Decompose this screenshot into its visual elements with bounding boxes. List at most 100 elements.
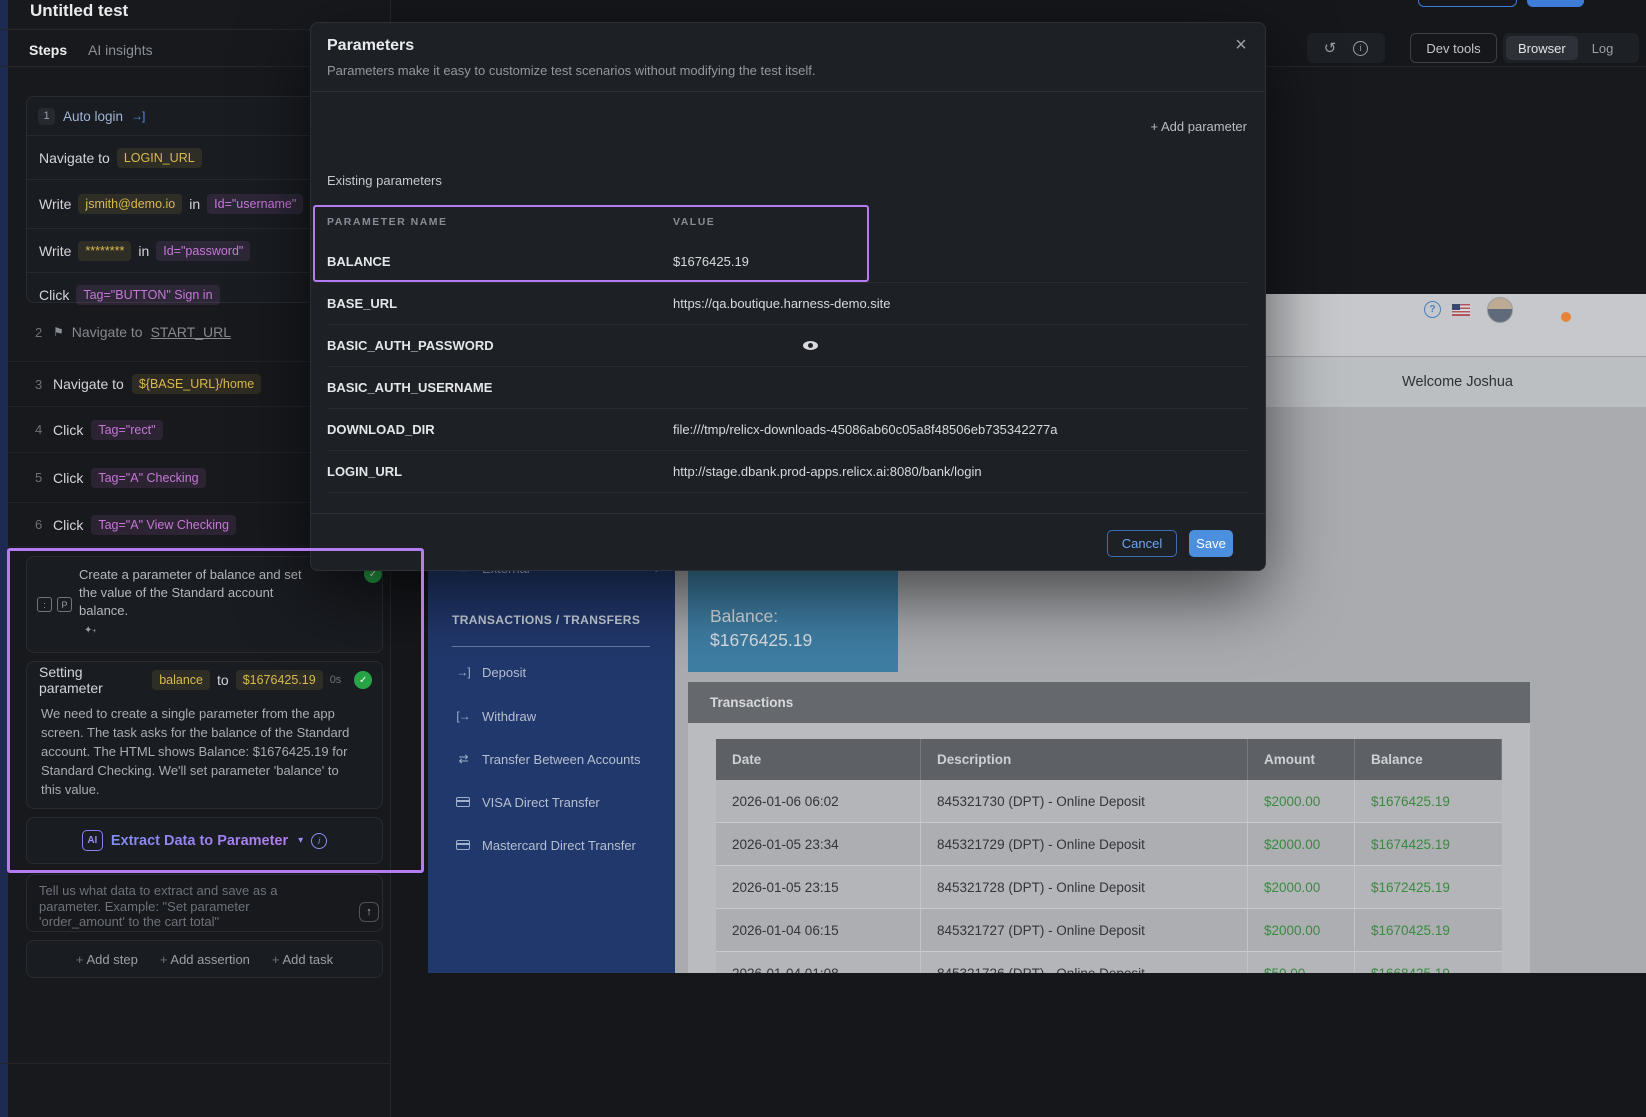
secondary-action-button-partial[interactable] <box>1418 0 1517 7</box>
plus-icon: + <box>272 952 280 967</box>
parameter-row[interactable]: BALANCE$1676425.19 <box>327 241 1249 283</box>
flag-icon: ⚑ <box>53 325 64 339</box>
sidebar-item-transfer-between-accounts[interactable]: ⇄Transfer Between Accounts <box>428 747 675 771</box>
table-cell: $2000.00 <box>1248 780 1355 823</box>
primary-action-button-partial[interactable] <box>1527 0 1584 7</box>
table-cell: 2026-01-04 01:08 <box>716 952 921 973</box>
info-icon[interactable]: i <box>1353 41 1368 56</box>
dev-tools-button[interactable]: Dev tools <box>1410 33 1497 63</box>
divider <box>452 646 650 647</box>
withdraw-icon: [→ <box>454 709 472 723</box>
transactions-table: DateDescriptionAmountBalance2026-01-06 0… <box>716 739 1502 973</box>
balance-card: Balance: $1676425.19 <box>688 570 898 672</box>
table-cell: $50.00 <box>1248 952 1355 973</box>
parameter-row[interactable]: BASE_URLhttps://qa.boutique.harness-demo… <box>327 283 1249 325</box>
add-step-button[interactable]: +Add step <box>76 952 138 967</box>
login-icon: →] <box>131 109 144 123</box>
table-row: 2026-01-05 23:15845321728 (DPT) - Online… <box>716 866 1502 909</box>
tab-ai-insights[interactable]: AI insights <box>88 36 153 64</box>
eye-icon[interactable] <box>803 341 818 350</box>
sidebar-item-withdraw[interactable]: [→Withdraw <box>428 704 675 728</box>
extract-prompt-input[interactable]: Tell us what data to extract and save as… <box>26 874 383 932</box>
refresh-icon[interactable]: ↺ <box>1324 41 1337 56</box>
avatar[interactable] <box>1487 297 1513 323</box>
transfer-icon: ⇄ <box>454 752 472 766</box>
column-parameter-name: PARAMETER NAME <box>327 216 673 228</box>
add-parameter-button[interactable]: + Add parameter <box>1151 119 1247 134</box>
help-icon[interactable]: ? <box>1424 301 1441 318</box>
modal-subtitle: Parameters make it easy to customize tes… <box>327 63 815 78</box>
table-cell: $2000.00 <box>1248 909 1355 952</box>
table-cell: 845321729 (DPT) - Online Deposit <box>921 823 1248 866</box>
selector-chip: Id="username" <box>207 194 303 214</box>
sidebar-item-mastercard-direct-transfer[interactable]: Mastercard Direct Transfer <box>428 833 675 857</box>
table-cell: 845321728 (DPT) - Online Deposit <box>921 866 1248 909</box>
value-chip: balance <box>152 670 210 690</box>
step-number: 2 <box>35 325 45 340</box>
parameter-row[interactable]: LOGIN_URLhttp://stage.dbank.prod-apps.re… <box>327 451 1249 493</box>
task-icon: : <box>37 597 52 612</box>
deposit-icon: →] <box>454 665 472 679</box>
us-flag-icon[interactable] <box>1452 304 1470 316</box>
add-assertion-button[interactable]: +Add assertion <box>160 952 250 967</box>
setting-parameter-card[interactable]: Setting parameterbalanceto$1676425.19 0s… <box>26 661 383 809</box>
step-number: 4 <box>35 422 45 437</box>
step-number: 3 <box>35 377 45 392</box>
tab-log[interactable]: Log <box>1580 36 1626 60</box>
chevron-down-icon[interactable]: ▾ <box>298 835 303 846</box>
parameter-name: BASE_URL <box>327 296 673 311</box>
value-chip: LOGIN_URL <box>117 148 202 168</box>
parameter-value: $1676425.19 <box>673 254 749 269</box>
transactions-title: Transactions <box>688 695 793 710</box>
add-task-button[interactable]: +Add task <box>272 952 333 967</box>
cancel-button[interactable]: Cancel <box>1107 530 1177 557</box>
session-tools: ↺ i <box>1307 33 1385 63</box>
table-cell: $2000.00 <box>1248 823 1355 866</box>
recording-indicator-dot <box>1561 312 1571 322</box>
card-icon <box>456 797 470 807</box>
column-header: Date <box>716 739 921 780</box>
divider <box>0 1063 390 1064</box>
sidebar-item-visa-direct-transfer[interactable]: VISA Direct Transfer <box>428 790 675 814</box>
parameter-row[interactable]: DOWNLOAD_DIRfile:///tmp/relicx-downloads… <box>327 409 1249 451</box>
save-button[interactable]: Save <box>1189 530 1233 557</box>
table-cell: 845321726 (DPT) - Online Deposit <box>921 952 1248 973</box>
parameter-value: file:///tmp/relicx-downloads-45086ab60c0… <box>673 422 1058 437</box>
column-header: Amount <box>1248 739 1355 780</box>
start-url-link[interactable]: START_URL <box>151 324 231 340</box>
info-icon[interactable]: i <box>311 833 327 849</box>
setting-parameter-row: Setting parameterbalanceto$1676425.19 0s… <box>27 662 382 698</box>
submit-prompt-button[interactable]: ↑ <box>359 902 379 922</box>
value-chip: ******** <box>78 241 131 261</box>
ai-task-text: Create a parameter of balance and set th… <box>79 566 321 620</box>
parameters-table-header: PARAMETER NAME VALUE <box>327 203 1249 241</box>
table-cell: 2026-01-04 06:15 <box>716 909 921 952</box>
value-chip: $1676425.19 <box>236 670 323 690</box>
plus-icon: + <box>160 952 168 967</box>
tab-steps[interactable]: Steps <box>29 36 67 64</box>
table-row: 2026-01-04 01:08845321726 (DPT) - Online… <box>716 952 1502 973</box>
parameter-row[interactable]: BASIC_AUTH_PASSWORD <box>327 325 1249 367</box>
selector-chip: Tag="rect" <box>91 420 162 440</box>
parameter-row[interactable]: BASIC_AUTH_USERNAME <box>327 367 1249 409</box>
modal-title: Parameters <box>327 37 414 55</box>
step-text: Navigate to <box>53 376 124 392</box>
sidebar-item-deposit[interactable]: →] Deposit <box>428 660 675 684</box>
balance-label: Balance: <box>710 606 778 627</box>
table-cell: 845321730 (DPT) - Online Deposit <box>921 780 1248 823</box>
step-text: Click <box>53 470 83 486</box>
close-icon[interactable]: × <box>1227 31 1255 59</box>
tab-browser[interactable]: Browser <box>1506 36 1578 60</box>
plus-icon: + <box>76 952 84 967</box>
table-cell: $1674425.19 <box>1355 823 1502 866</box>
selector-chip: Id="password" <box>156 241 250 261</box>
extract-data-dropdown[interactable]: AI Extract Data to Parameter ▾ i <box>26 817 383 864</box>
divider <box>311 91 1265 92</box>
table-cell: $1672425.19 <box>1355 866 1502 909</box>
app-screen: Untitled test Steps AI insights 1 Auto l… <box>0 0 1646 1117</box>
sidebar-item-label: Deposit <box>482 665 526 680</box>
auto-login-label: Auto login <box>63 109 123 124</box>
table-cell: 2026-01-05 23:34 <box>716 823 921 866</box>
table-cell: $1676425.19 <box>1355 780 1502 823</box>
existing-parameters-label: Existing parameters <box>327 173 442 188</box>
